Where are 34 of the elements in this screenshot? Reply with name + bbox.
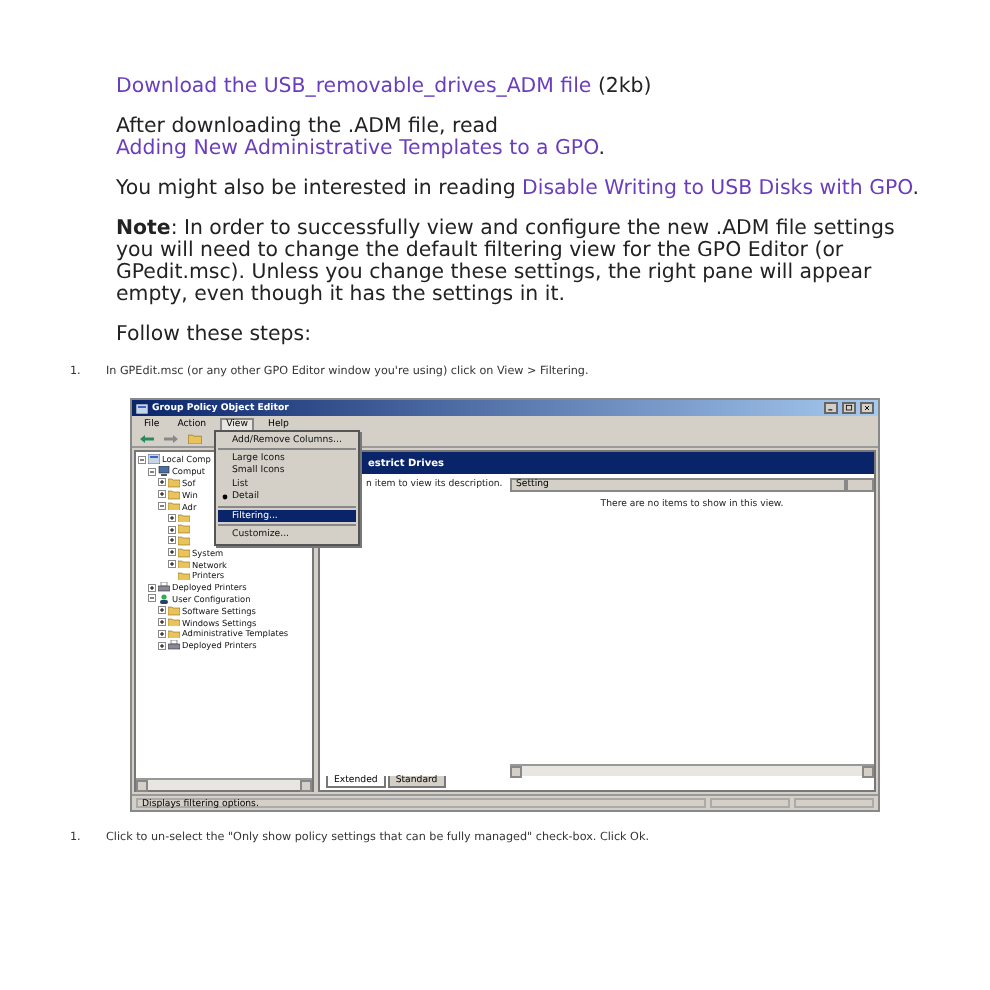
paragraph: Download the USB_removable_drives_ADM file (2kb) (116, 76, 654, 98)
collapse-icon[interactable] (148, 467, 156, 476)
expand-icon[interactable] (148, 583, 156, 592)
policy-icon (148, 454, 160, 465)
expand-icon[interactable] (168, 525, 176, 534)
expand-icon[interactable] (158, 629, 166, 638)
policy-icon (136, 403, 148, 413)
expand-icon[interactable] (168, 560, 176, 569)
expand-icon[interactable] (158, 478, 166, 487)
back-arrow-icon[interactable] (140, 434, 154, 444)
maximize-icon[interactable] (842, 402, 856, 414)
collapse-icon[interactable] (148, 594, 156, 603)
paragraph: Note: In order to successfully view and configure the new .ADM file settings you will need to change the default filtering view for the GPO Editor (or GPedit.msc). Unless you change these settings, the right pane will appear empty, even though it has the settings in it. (116, 218, 897, 306)
collapse-icon[interactable] (138, 455, 146, 464)
expand-icon[interactable] (168, 536, 176, 545)
link[interactable]: Download the USB_removable_drives_ADM file (116, 76, 592, 98)
paragraph: After downloading the .ADM file, read Adding New Administrative Templates to a GPO. (116, 116, 607, 160)
link[interactable]: Adding New Administrative Templates to a GPO (116, 138, 599, 160)
expand-icon[interactable] (168, 513, 176, 522)
expand-icon[interactable] (158, 606, 166, 615)
expand-icon[interactable] (158, 618, 166, 627)
close-icon[interactable] (860, 402, 874, 414)
expand-icon[interactable] (168, 548, 176, 557)
expand-icon[interactable] (158, 641, 166, 650)
printer-icon (158, 582, 170, 593)
printer-icon (168, 640, 180, 651)
expand-icon[interactable] (158, 490, 166, 499)
paragraph: Follow these steps: (116, 324, 314, 346)
collapse-icon[interactable] (158, 502, 166, 511)
user-icon (158, 593, 170, 604)
minimize-icon[interactable] (824, 402, 838, 414)
paragraph: You might also be interested in reading Disable Writing to USB Disks with GPO. (116, 178, 921, 200)
computer-icon (158, 466, 170, 477)
link[interactable]: Disable Writing to USB Disks with GPO (522, 178, 913, 200)
